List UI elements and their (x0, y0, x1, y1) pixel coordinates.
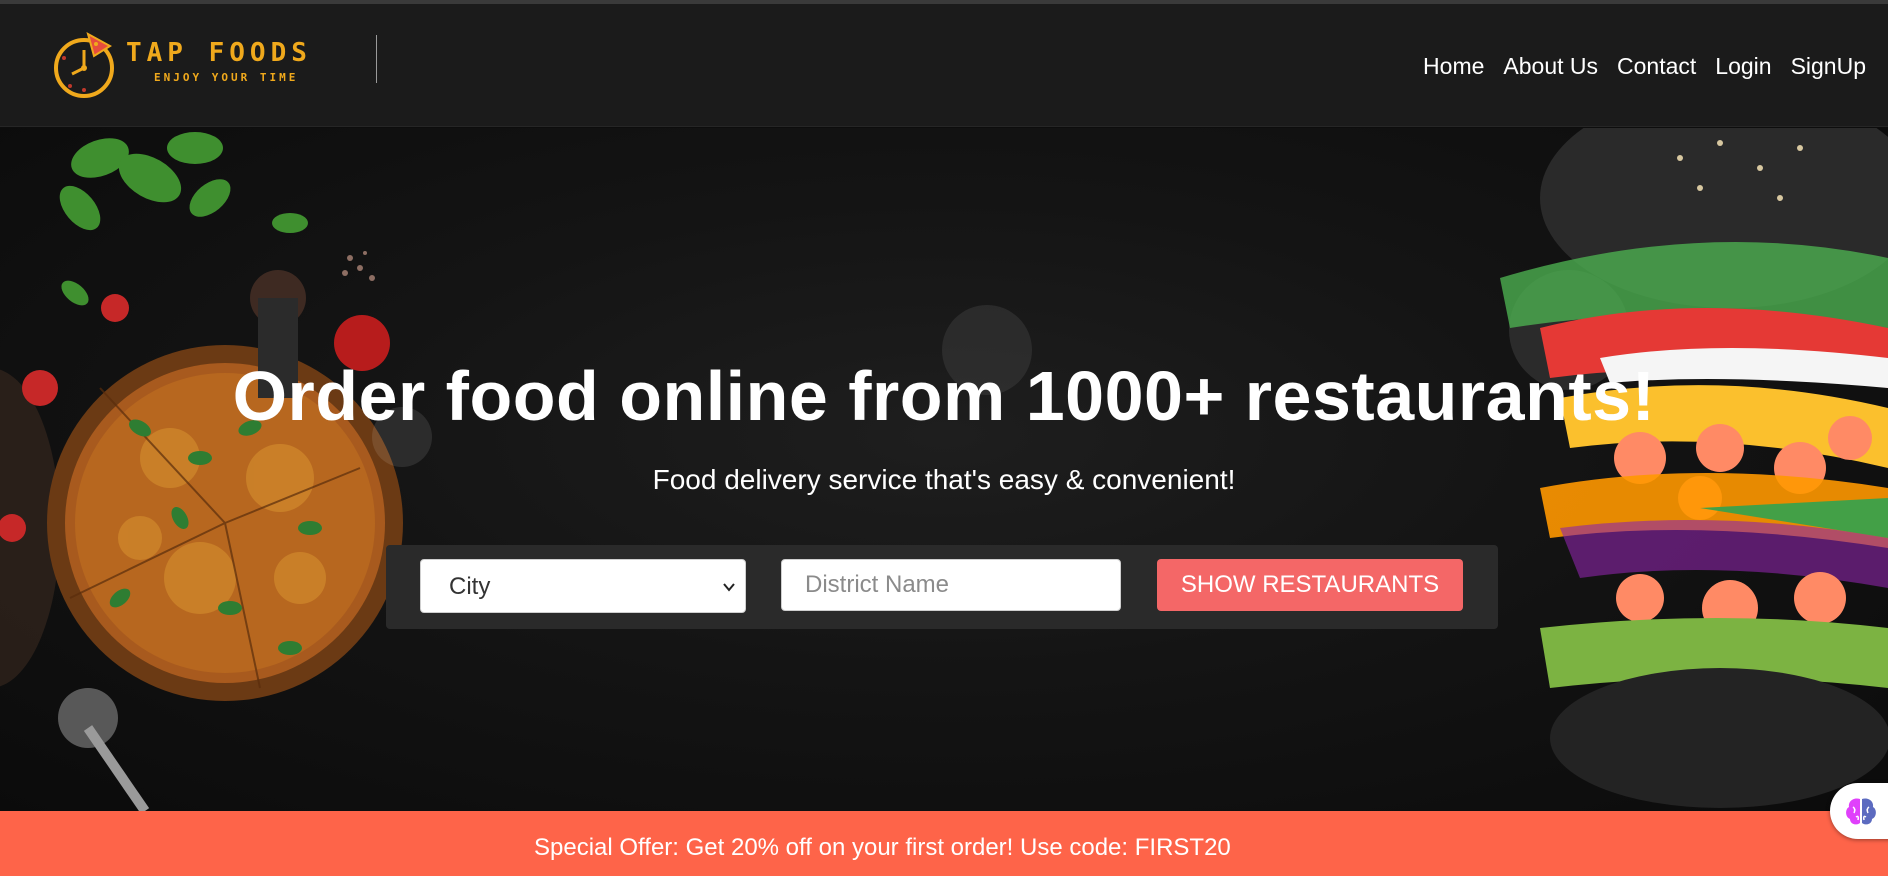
nav-link-home[interactable]: Home (1423, 53, 1484, 80)
nav-link-about-us[interactable]: About Us (1503, 53, 1598, 80)
restaurant-search-form: City SHOW RESTAURANTS (386, 545, 1498, 629)
hero-title: Order food online from 1000+ restaurants… (232, 357, 1656, 435)
chevron-down-icon (723, 583, 735, 592)
hero-subtitle: Food delivery service that's easy & conv… (652, 464, 1236, 495)
brain-assistant-icon (1846, 798, 1876, 825)
nav-link-signup[interactable]: SignUp (1791, 53, 1866, 80)
hero-section: Order food online from 1000+ restaurants… (0, 128, 1888, 811)
district-name-input[interactable] (781, 559, 1121, 611)
show-restaurants-button[interactable]: SHOW RESTAURANTS (1157, 559, 1463, 611)
city-select[interactable]: City (420, 559, 746, 613)
assistant-launcher-button[interactable] (1830, 783, 1888, 839)
clock-logo-icon (54, 31, 114, 98)
nav-links: Home About Us Contact Login SignUp (1404, 53, 1866, 80)
special-offer-text: Special Offer: Get 20% off on your first… (534, 834, 1231, 861)
navbar: TAP FOODS ENJOY YOUR TIME Home About Us … (0, 4, 1888, 127)
brand-tagline: ENJOY YOUR TIME (154, 71, 299, 84)
brand-name: TAP FOODS (126, 38, 312, 68)
nav-link-contact[interactable]: Contact (1617, 53, 1696, 80)
special-offer-banner: Special Offer: Get 20% off on your first… (0, 811, 1888, 876)
nav-divider (376, 35, 377, 83)
city-select-value: City (449, 573, 491, 600)
brand-logo[interactable]: TAP FOODS ENJOY YOUR TIME (50, 24, 340, 104)
nav-link-login[interactable]: Login (1715, 53, 1771, 80)
